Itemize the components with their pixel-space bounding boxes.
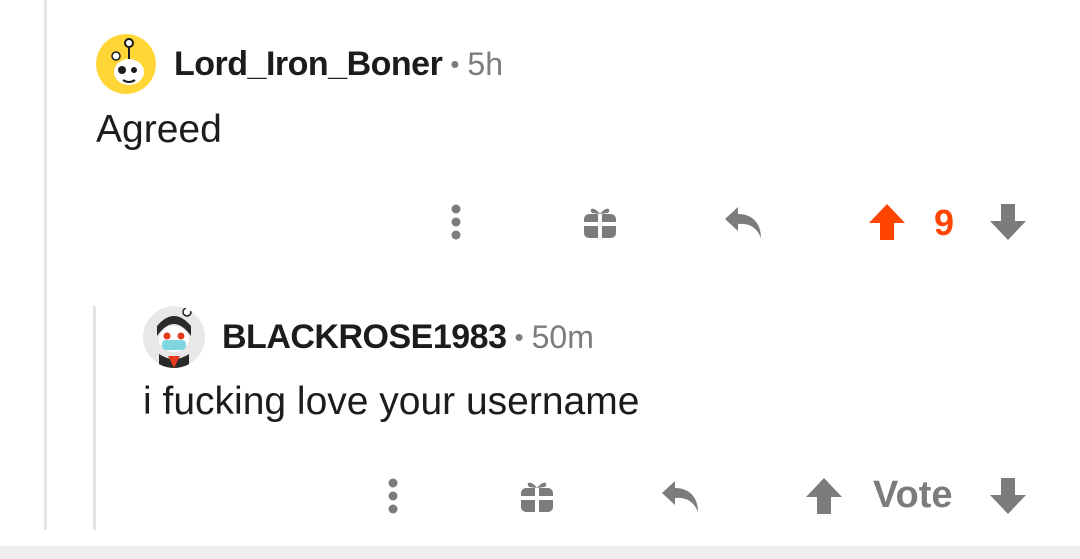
award-icon	[521, 482, 553, 512]
downvote-icon	[990, 478, 1026, 514]
vote-score: 9	[934, 202, 955, 243]
snoo-avatar-icon	[143, 306, 205, 368]
reply-button[interactable]	[657, 474, 705, 518]
snoo-avatar-icon	[96, 34, 156, 94]
more-icon	[388, 478, 398, 514]
reply-icon	[662, 481, 698, 512]
thread-line-reply[interactable]	[93, 306, 96, 530]
reply-icon	[725, 207, 761, 238]
upvote-button[interactable]	[865, 200, 909, 244]
divider	[0, 546, 1080, 559]
comment-header: Lord_Iron_Boner • 5h	[96, 33, 503, 95]
comment-header: BLACKROSE1983 • 50m	[143, 306, 594, 368]
avatar[interactable]	[143, 306, 205, 368]
timestamp: 50m	[531, 318, 594, 355]
award-icon	[584, 208, 616, 238]
upvote-icon	[869, 204, 905, 240]
award-button[interactable]	[515, 474, 559, 518]
downvote-button[interactable]	[986, 200, 1030, 244]
reply-button[interactable]	[720, 200, 768, 244]
avatar[interactable]	[96, 34, 156, 94]
comment-body: Agreed	[96, 108, 222, 151]
more-icon	[451, 204, 461, 240]
downvote-button[interactable]	[986, 474, 1030, 518]
username[interactable]: BLACKROSE1983	[222, 318, 507, 357]
award-button[interactable]	[578, 200, 622, 244]
username[interactable]: Lord_Iron_Boner	[174, 45, 443, 84]
comment-body: i fucking love your username	[143, 380, 640, 423]
more-options-button[interactable]	[436, 200, 476, 244]
upvote-button[interactable]	[802, 474, 846, 518]
thread-line[interactable]	[44, 0, 47, 530]
separator-dot: •	[450, 48, 460, 79]
vote-score: Vote	[873, 474, 953, 516]
upvote-icon	[806, 478, 842, 514]
separator-dot: •	[514, 321, 524, 352]
downvote-icon	[990, 204, 1026, 240]
timestamp: 5h	[467, 45, 504, 82]
more-options-button[interactable]	[373, 474, 413, 518]
